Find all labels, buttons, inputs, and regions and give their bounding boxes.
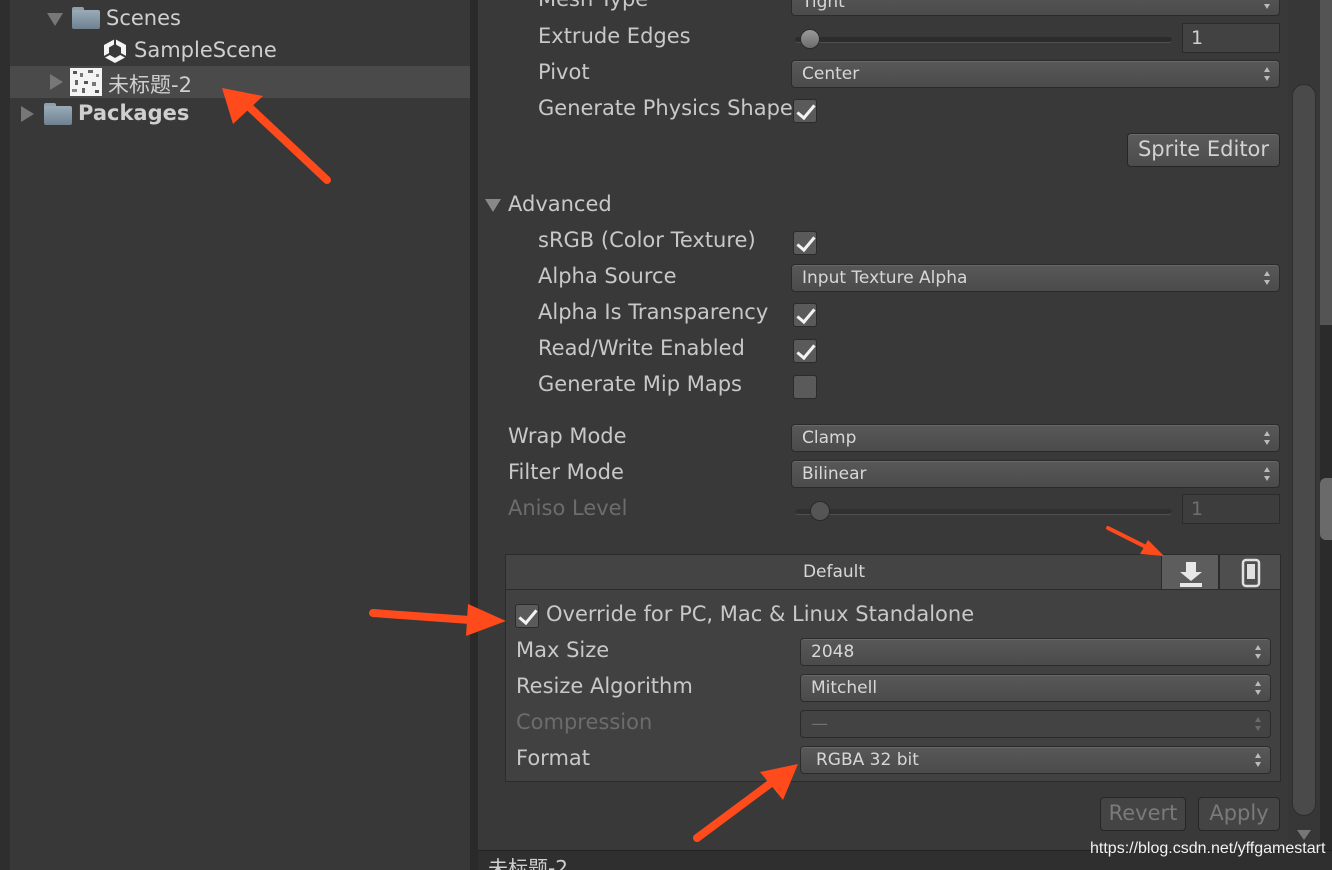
srgb-label: sRGB (Color Texture) (538, 228, 756, 252)
dropdown-arrows-icon (1264, 0, 1271, 11)
tree-item-samplescene[interactable]: SampleScene (10, 36, 470, 68)
dropdown-arrows-icon (1255, 645, 1262, 661)
extrude-edges-label: Extrude Edges (538, 24, 691, 48)
dropdown-arrows-icon (1255, 753, 1262, 769)
unity-scene-icon (103, 39, 127, 63)
tree-item-label: Packages (78, 101, 190, 125)
panel-edge (0, 0, 10, 870)
pivot-label: Pivot (538, 60, 590, 84)
override-platform-checkbox[interactable] (515, 604, 539, 628)
aniso-level-field: 1 (1182, 494, 1280, 524)
generate-mip-maps-label: Generate Mip Maps (538, 372, 742, 396)
format-label: Format (516, 746, 591, 770)
preview-asset-title: 未标题-2 (488, 856, 568, 870)
inspector-scrollbar-thumb[interactable] (1292, 84, 1316, 816)
tree-item-texture[interactable]: 未标题-2 (10, 66, 470, 98)
folder-icon (44, 103, 72, 125)
alpha-is-transparency-checkbox[interactable] (793, 303, 817, 327)
adjacent-panel-edge (1320, 0, 1332, 870)
dropdown-arrows-icon (1255, 717, 1262, 733)
extrude-edges-field[interactable]: 1 (1182, 23, 1280, 53)
alpha-source-label: Alpha Source (538, 264, 677, 288)
platform-tab-standalone[interactable] (1161, 554, 1219, 590)
extrude-edges-slider[interactable] (795, 37, 1172, 43)
alpha-source-dropdown[interactable]: Input Texture Alpha (791, 264, 1280, 292)
dropdown-arrows-icon (1264, 467, 1271, 483)
scroll-down-arrow-icon[interactable] (1297, 830, 1311, 840)
texture-thumbnail-icon (70, 68, 102, 96)
expand-arrow-icon[interactable] (47, 13, 63, 26)
download-icon (1180, 562, 1202, 587)
generate-physics-shape-checkbox[interactable] (793, 99, 817, 123)
adjacent-scrollbar-thumb[interactable] (1320, 478, 1332, 540)
max-size-label: Max Size (516, 638, 610, 662)
pivot-dropdown[interactable]: Center (791, 60, 1280, 88)
max-size-dropdown[interactable]: 2048 (800, 638, 1271, 666)
filter-mode-label: Filter Mode (508, 460, 624, 484)
expand-arrow-icon[interactable] (50, 74, 63, 90)
tree-item-label: 未标题-2 (108, 73, 192, 97)
filter-mode-dropdown[interactable]: Bilinear (791, 460, 1280, 488)
tree-item-label: Scenes (106, 6, 181, 30)
project-panel: Scenes SampleScene 未标题-2 Packages (0, 0, 470, 870)
folder-icon (72, 7, 100, 29)
aniso-level-slider-thumb (810, 501, 830, 521)
apply-button[interactable]: Apply (1198, 797, 1280, 831)
read-write-enabled-label: Read/Write Enabled (538, 336, 745, 360)
compression-dropdown: — (800, 710, 1271, 738)
resize-algorithm-dropdown[interactable]: Mitchell (800, 674, 1271, 702)
format-dropdown[interactable]: RGBA 32 bit (800, 746, 1271, 774)
watermark-text: https://blog.csdn.net/yffgamestart (1090, 840, 1326, 857)
compression-label: Compression (516, 710, 653, 734)
aniso-level-slider (795, 509, 1172, 515)
platform-tab-mobile[interactable] (1219, 554, 1281, 590)
wrap-mode-dropdown[interactable]: Clamp (791, 424, 1280, 452)
read-write-enabled-checkbox[interactable] (793, 339, 817, 363)
aniso-level-label: Aniso Level (508, 496, 628, 520)
dropdown-arrows-icon (1264, 431, 1271, 447)
dropdown-arrows-icon (1264, 271, 1271, 287)
resize-algorithm-label: Resize Algorithm (516, 674, 693, 698)
advanced-foldout-arrow-icon[interactable] (485, 199, 501, 212)
generate-physics-shape-label: Generate Physics Shape (538, 96, 793, 120)
alpha-is-transparency-label: Alpha Is Transparency (538, 300, 769, 324)
dropdown-arrows-icon (1264, 67, 1271, 83)
advanced-foldout-label[interactable]: Advanced (508, 192, 612, 216)
expand-arrow-icon[interactable] (21, 106, 34, 122)
sprite-editor-button[interactable]: Sprite Editor (1127, 133, 1280, 167)
dropdown-arrows-icon (1255, 681, 1262, 697)
tree-item-packages[interactable]: Packages (10, 98, 470, 130)
extrude-edges-slider-thumb[interactable] (800, 29, 820, 49)
mobile-device-icon (1241, 558, 1261, 588)
revert-button[interactable]: Revert (1100, 797, 1186, 831)
panel-splitter[interactable] (470, 0, 478, 870)
override-platform-label[interactable]: Override for PC, Mac & Linux Standalone (546, 602, 974, 626)
mesh-type-label: Mesh Type (538, 0, 648, 11)
wrap-mode-label: Wrap Mode (508, 424, 627, 448)
generate-mip-maps-checkbox[interactable] (793, 375, 817, 399)
tree-item-scenes[interactable]: Scenes (10, 4, 470, 36)
srgb-checkbox[interactable] (793, 231, 817, 255)
tree-item-label: SampleScene (134, 38, 277, 62)
mesh-type-dropdown[interactable]: Tight (791, 0, 1280, 16)
